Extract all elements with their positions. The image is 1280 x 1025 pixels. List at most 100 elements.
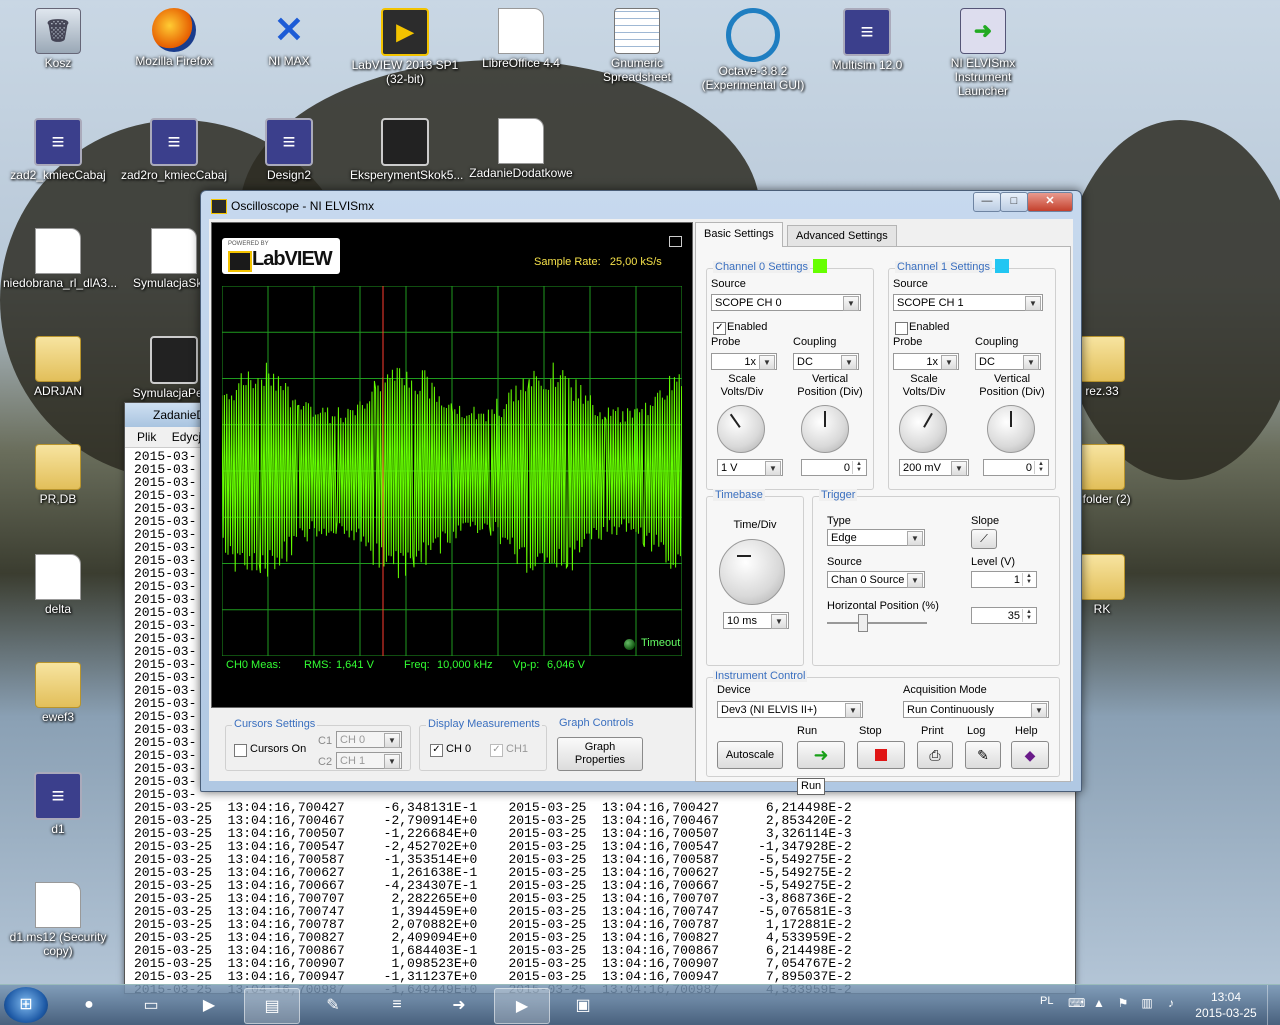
ch0-coupling-select[interactable]: DC ▼ [793,353,859,370]
title-bar[interactable]: Oscilloscope - NI ELVISmx — □ ✕ [201,191,1081,219]
c1-select[interactable]: CH 0 ▼ [336,731,402,748]
action-center-icon[interactable]: ⚑ [1116,996,1130,1010]
show-desktop-button[interactable] [1267,985,1280,1025]
trigger-level-label: Level (V) [971,556,1016,568]
log-button[interactable]: ✎ [965,741,1001,769]
ch0-vpos-knob[interactable] [801,405,849,453]
desktop-icon[interactable]: ≡ Multisim 12.0 [812,8,922,72]
desktop-icon[interactable]: ADRJAN [3,336,113,398]
labview-app-icon [211,199,227,214]
hpos-slider-handle[interactable] [858,614,868,632]
clock-time[interactable]: 13:04 [1196,990,1256,1004]
maximize-graph-icon[interactable] [669,236,682,247]
taskbar-media-player[interactable]: ▶ [182,988,236,1022]
desktop-icon[interactable]: Mozilla Firefox [119,8,229,68]
knob-needle [923,412,933,428]
desktop-icon[interactable]: ZadanieDodatkowe [466,118,576,180]
taskbar-firefox[interactable]: ● [62,988,116,1022]
taskbar-paint[interactable]: ✎ [306,988,360,1022]
cursors-on-checkbox[interactable] [234,744,247,757]
timebase-knob[interactable] [719,539,785,605]
ch1-scale-knob[interactable] [899,405,947,453]
oscilloscope-window[interactable]: Oscilloscope - NI ELVISmx — □ ✕ POWERED … [200,190,1082,792]
ch1-enabled-checkbox[interactable] [895,322,908,335]
ch1-vpos-spinner[interactable]: 0 ▲ ▼ [983,459,1049,476]
desktop-icon[interactable]: 🗑 Kosz [3,8,113,70]
desktop-icon[interactable]: ≡ Design2 [234,118,344,182]
ch1-vpos-knob[interactable] [987,405,1035,453]
freq-value: 10,000 kHz [437,659,493,671]
trigger-hpos-spinner[interactable]: 35 ▲ ▼ [971,607,1037,624]
network-icon[interactable]: ▥ [1140,996,1154,1010]
autoscale-button[interactable]: Autoscale [717,741,783,769]
taskbar-photo-viewer[interactable]: ▣ [556,988,610,1022]
show-hidden-icons-icon[interactable]: ▲ [1092,996,1106,1010]
desktop-icon[interactable]: Octave-3.8.2 (Experimental GUI) [698,8,808,92]
clock-date[interactable]: 2015-03-25 [1186,1006,1266,1020]
graph-properties-button[interactable]: Graph Properties [557,737,643,771]
tab-basic-settings[interactable]: Basic Settings [695,222,783,247]
acquisition-mode-select[interactable]: Run Continuously ▼ [903,701,1049,718]
scope-display: POWERED BY LabVIEW Sample Rate: 25,00 kS… [211,222,693,708]
desktop-icon[interactable]: d1.ms12 (Security copy) [3,882,113,958]
notepad-menu-edit[interactable]: Edycj [172,430,201,444]
desktop-icon[interactable]: ewef3 [3,662,113,724]
device-select[interactable]: Dev3 (NI ELVIS II+) ▼ [717,701,863,718]
ch1-meas-checkbox[interactable]: ✓ [490,744,503,757]
ch1-coupling-select[interactable]: DC ▼ [975,353,1041,370]
maximize-button[interactable]: □ [1000,192,1028,212]
desktop-icon[interactable]: ≡ zad2_kmiecCabaj [3,118,113,182]
ch0-source-select[interactable]: SCOPE CH 0 ▼ [711,294,861,311]
taskbar-multisim[interactable]: ≡ [370,988,424,1022]
volume-icon[interactable]: ♪ [1164,996,1178,1010]
ch0-scale-select[interactable]: 1 V ▼ [717,459,783,476]
ch0-probe-select[interactable]: 1x ▼ [711,353,777,370]
desktop-icon[interactable]: PR,DB [3,444,113,506]
spinner-arrows-icon[interactable]: ▲ ▼ [1022,573,1035,586]
language-indicator[interactable]: PL [1040,995,1053,1007]
taskbar-elvis-launcher[interactable]: ➜ [432,988,486,1022]
start-button[interactable]: ⊞ [4,987,48,1023]
taskbar-explorer[interactable]: ▭ [124,988,178,1022]
desktop-icon[interactable]: niedobrana_rl_dlA3... [3,228,117,290]
spinner-arrows-icon[interactable]: ▲ ▼ [1022,609,1035,622]
ch0-scale-knob[interactable] [717,405,765,453]
trigger-source-select[interactable]: Chan 0 Source ▼ [827,571,925,588]
ch1-scale-select[interactable]: 200 mV ▼ [899,459,969,476]
desktop-icon[interactable]: ➜ NI ELVISmx Instrument Launcher [928,8,1038,98]
stop-button[interactable] [857,741,905,769]
ch0-enabled-checkbox[interactable]: ✓ [713,322,726,335]
timebase-select[interactable]: 10 ms ▼ [723,612,789,629]
ch0-vpos-spinner[interactable]: 0 ▲ ▼ [801,459,867,476]
spinner-arrows-icon[interactable]: ▲ ▼ [1034,461,1047,474]
c2-select[interactable]: CH 1 ▼ [336,752,402,769]
desktop-icon[interactable]: ≡ zad2ro_kmiecCabaj [119,118,229,182]
desktop-icon[interactable]: ▶ LabVIEW 2013 SP1 (32-bit) [350,8,460,86]
ch0-meas-label: CH 0 [446,743,472,755]
ch1-probe-select[interactable]: 1x ▼ [893,353,959,370]
close-button[interactable]: ✕ [1027,192,1073,212]
channel0-settings-group: Channel 0 Settings Source SCOPE CH 0 ▼ ✓ … [706,259,874,490]
trigger-type-select[interactable]: Edge ▼ [827,529,925,546]
tab-advanced-settings[interactable]: Advanced Settings [787,225,897,246]
spinner-arrows-icon[interactable]: ▲ ▼ [852,461,865,474]
keyboard-icon[interactable]: ⌨ [1068,996,1085,1010]
trigger-level-spinner[interactable]: 1 ▲ ▼ [971,571,1037,588]
run-button[interactable]: ➜ [797,741,845,769]
desktop-icon[interactable]: delta [3,554,113,616]
help-button[interactable]: ◆ [1011,741,1049,769]
rising-slope-icon[interactable]: ⟋ [971,529,997,549]
ch1-source-select[interactable]: SCOPE CH 1 ▼ [893,294,1043,311]
minimize-button[interactable]: — [973,192,1001,212]
taskbar-notepad[interactable]: ▤ [244,988,300,1024]
desktop-icon[interactable]: EksperymentSkok5... [350,118,463,182]
waveform-graph[interactable] [221,285,683,657]
desktop-icon[interactable]: LibreOffice 4.4 [466,8,576,70]
print-button[interactable]: ⎙ [917,741,953,769]
notepad-menu-file[interactable]: Plik [137,430,156,444]
desktop-icon[interactable]: Gnumeric Spreadsheet [582,8,692,84]
ch0-meas-checkbox[interactable]: ✓ [430,744,443,757]
taskbar-labview[interactable]: ▶ [494,988,550,1024]
desktop-icon[interactable]: ≡ d1 [3,772,113,836]
desktop-icon[interactable]: ✕ NI MAX [234,8,344,68]
